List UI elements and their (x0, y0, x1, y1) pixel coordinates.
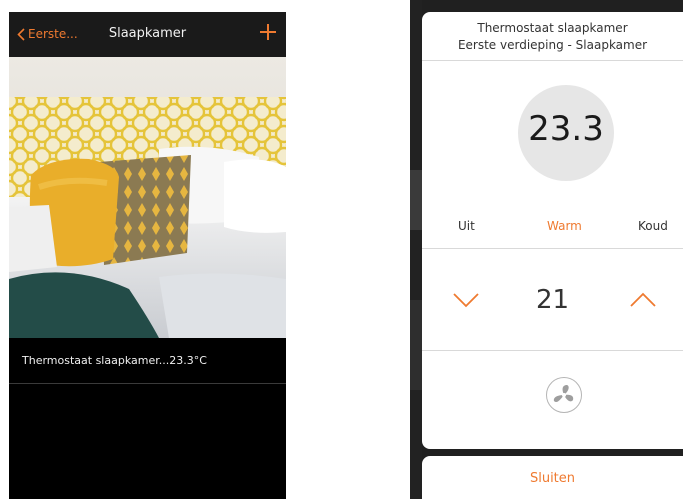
mode-off-button[interactable]: Uit (458, 219, 475, 233)
room-screen: Eerste... Slaapkamer Thermostaat slaapka… (9, 12, 286, 499)
mode-cool-button[interactable]: Koud (638, 219, 668, 233)
dialog-subtitle: Eerste verdieping - Slaapkamer (457, 38, 648, 52)
plus-icon[interactable] (258, 22, 278, 42)
background-photo (410, 0, 422, 499)
dialog-title: Thermostaat slaapkamer (477, 21, 628, 35)
fan-button[interactable] (546, 377, 582, 413)
page-title: Slaapkamer (108, 26, 187, 41)
divider (422, 60, 683, 61)
thermostat-dialog: Thermostaat slaapkamer Eerste verdieping… (422, 12, 683, 449)
temperature-display: 23.3 (518, 85, 614, 181)
thermostat-list-item-label: Thermostaat slaapkamer...23.3°C (22, 354, 207, 367)
fan-icon (553, 385, 574, 403)
top-navigation-bar: Eerste... Slaapkamer (9, 12, 286, 57)
room-photo (9, 57, 286, 338)
thermostat-screen: Thermostaat slaapkamer Eerste verdieping… (410, 0, 683, 499)
divider (422, 350, 683, 351)
thermostat-list-item[interactable]: Thermostaat slaapkamer...23.3°C (9, 338, 286, 384)
mode-heat-button[interactable]: Warm (547, 219, 582, 233)
current-temperature: 23.3 (528, 109, 604, 149)
close-button[interactable]: Sluiten (422, 456, 683, 499)
chevron-up-icon[interactable] (629, 290, 657, 310)
divider (422, 248, 683, 249)
dialog-header: Thermostaat slaapkamer Eerste verdieping… (422, 20, 683, 54)
